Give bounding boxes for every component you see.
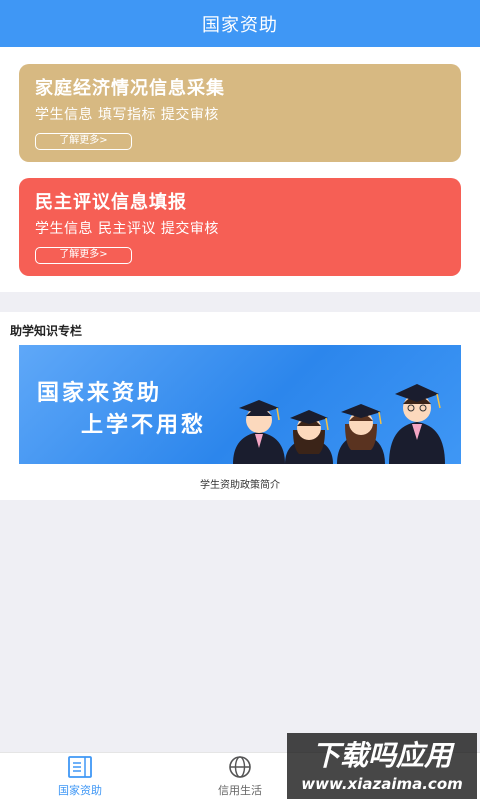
banner-headline: 国家来资助 bbox=[37, 381, 163, 406]
book-icon bbox=[68, 756, 92, 778]
svg-text:www.xiazaima.com: www.xiazaima.com bbox=[301, 775, 463, 793]
knowledge-section: 助学知识专栏 国家来资助 上学不用愁 学生资助政策简介 bbox=[0, 312, 480, 500]
graduates-illustration bbox=[233, 384, 445, 464]
family-economic-info-card[interactable]: 家庭经济情况信息采集 学生信息 填写指标 提交审核 了解更多> bbox=[19, 64, 461, 162]
card-title: 民主评议信息填报 bbox=[35, 192, 187, 213]
card-subtitle: 学生信息 填写指标 提交审核 bbox=[35, 107, 219, 123]
download-site-watermark: 下载吗应用 www.xiazaima.com bbox=[287, 733, 477, 799]
card-title: 家庭经济情况信息采集 bbox=[35, 78, 225, 99]
banner-subheadline: 上学不用愁 bbox=[81, 413, 207, 438]
card-subtitle: 学生信息 民主评议 提交审核 bbox=[35, 221, 219, 237]
section-title: 助学知识专栏 bbox=[10, 324, 83, 338]
banner-caption[interactable]: 学生资助政策简介 bbox=[0, 476, 480, 491]
page-title: 国家资助 bbox=[202, 14, 278, 36]
globe-icon bbox=[229, 756, 251, 778]
learn-more-button[interactable]: 了解更多> bbox=[35, 247, 132, 264]
learn-more-button[interactable]: 了解更多> bbox=[35, 133, 132, 150]
democratic-review-card[interactable]: 民主评议信息填报 学生信息 民主评议 提交审核 了解更多> bbox=[19, 178, 461, 276]
tab-national-aid[interactable]: 国家资助 bbox=[0, 753, 160, 800]
app-header: 国家资助 bbox=[0, 0, 480, 47]
entry-cards-section: 家庭经济情况信息采集 学生信息 填写指标 提交审核 了解更多> 民主评议信息填报… bbox=[0, 47, 480, 292]
tab-label: 信用生活 bbox=[218, 784, 262, 797]
svg-text:下载吗应用: 下载吗应用 bbox=[312, 739, 455, 772]
tab-label: 国家资助 bbox=[58, 784, 102, 797]
policy-banner[interactable]: 国家来资助 上学不用愁 bbox=[19, 345, 461, 464]
